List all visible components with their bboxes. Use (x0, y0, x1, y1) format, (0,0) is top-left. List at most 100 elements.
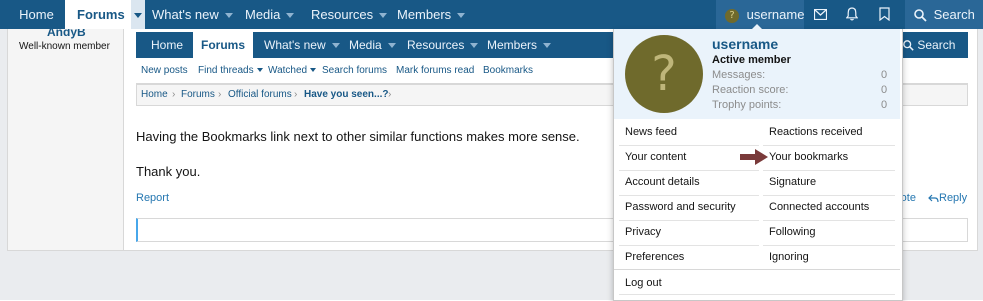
stat-messages-value: 0 (881, 69, 888, 81)
embedded-nav-media-label: Media (349, 38, 382, 52)
nav-forums-dropdown-toggle[interactable] (131, 0, 146, 29)
post-text-line-2: Thank you. (136, 164, 201, 179)
embedded-breadcrumb-forums: Forums (181, 89, 215, 100)
menu-divider (763, 145, 895, 146)
menu-following[interactable]: Following (769, 226, 815, 238)
chevron-down-icon[interactable] (379, 13, 388, 19)
menu-username[interactable]: username (712, 36, 778, 52)
menu-divider (619, 145, 759, 146)
stat-reaction-score-label: Reaction score: (712, 84, 789, 96)
menu-divider (763, 245, 895, 246)
menu-user-title: Active member (712, 54, 791, 66)
menu-divider (619, 245, 759, 246)
embedded-subnav-watched: Watched (268, 58, 317, 83)
menu-ignoring[interactable]: Ignoring (769, 251, 809, 263)
stat-trophy-points-value: 0 (881, 99, 888, 111)
menu-connected-accounts[interactable]: Connected accounts (769, 201, 869, 213)
chevron-down-icon (256, 68, 263, 73)
search-icon (914, 9, 927, 22)
menu-divider (614, 269, 900, 270)
menu-divider (763, 220, 895, 221)
menu-preferences[interactable]: Preferences (625, 251, 684, 263)
embedded-nav-members: Members (487, 32, 552, 58)
chevron-down-icon (134, 13, 143, 19)
bell-icon[interactable] (845, 7, 859, 24)
embedded-subnav-find-threads: Find threads (198, 58, 263, 83)
bookmark-icon[interactable] (879, 7, 890, 24)
embedded-nav-whats-new-label: What's new (264, 38, 326, 52)
chevron-down-icon[interactable] (457, 13, 466, 19)
nav-whats-new-label: What's new (152, 7, 219, 22)
embedded-subnav-mark-forums-read: Mark forums read (396, 65, 475, 76)
top-navbar (0, 0, 983, 29)
chevron-down-icon[interactable] (224, 13, 233, 19)
annotation-arrow-icon (740, 149, 768, 168)
embedded-breadcrumb-official-forums: Official forums (228, 89, 292, 100)
nav-resources[interactable]: Resources (311, 0, 388, 29)
menu-privacy[interactable]: Privacy (625, 226, 661, 238)
search-button[interactable]: Search (905, 0, 983, 29)
account-username: username (746, 7, 805, 22)
embedded-nav-search: Search (903, 32, 955, 58)
post-user-sidebar (7, 29, 125, 251)
menu-account-details[interactable]: Account details (625, 176, 700, 188)
breadcrumb-separator-icon: › (294, 89, 298, 100)
breadcrumb-separator-icon: › (218, 89, 222, 100)
breadcrumb-separator-icon: › (388, 89, 392, 100)
chevron-down-icon[interactable] (286, 13, 295, 19)
embedded-nav-home: Home (151, 38, 184, 52)
menu-pointer-arrow (751, 24, 763, 30)
embedded-nav-forums: Forums (193, 32, 253, 58)
embedded-breadcrumb-home: Home (141, 89, 168, 100)
chevron-down-icon (310, 68, 317, 73)
post-text-line-1: Having the Bookmarks link next to other … (136, 129, 580, 144)
nav-whats-new[interactable]: What's new (152, 0, 233, 29)
nav-forums[interactable]: Forums (65, 0, 146, 29)
stat-messages-label: Messages: (712, 69, 766, 81)
chevron-down-icon (470, 43, 479, 49)
nav-forums-label: Forums (77, 7, 125, 22)
report-link[interactable]: Report (136, 192, 169, 204)
menu-news-feed[interactable]: News feed (625, 126, 677, 138)
embedded-subnav-search-forums: Search forums (322, 65, 388, 76)
search-label: Search (933, 7, 975, 22)
menu-divider (619, 294, 895, 295)
menu-your-bookmarks[interactable]: Your bookmarks (769, 151, 848, 163)
nav-media[interactable]: Media (245, 0, 295, 29)
stat-trophy-points-label: Trophy points: (712, 99, 782, 111)
menu-signature[interactable]: Signature (769, 176, 816, 188)
chevron-down-icon (331, 43, 340, 49)
menu-reactions-received[interactable]: Reactions received (769, 126, 863, 138)
chevron-down-icon (387, 43, 396, 49)
stat-reaction-score-value: 0 (881, 84, 888, 96)
nav-media-label: Media (245, 7, 281, 22)
reply-link[interactable]: Reply (928, 192, 967, 204)
nav-members[interactable]: Members (397, 0, 466, 29)
user-avatar-small: ? (725, 8, 739, 23)
embedded-subnav-bookmarks: Bookmarks (483, 65, 534, 76)
nav-home[interactable]: Home (8, 0, 65, 29)
embedded-nav-media: Media (349, 32, 396, 58)
menu-divider (619, 170, 759, 171)
menu-divider (619, 195, 759, 196)
embedded-nav-resources-label: Resources (407, 38, 465, 52)
poster-user-title: Well-known member (19, 41, 110, 52)
nav-resources-label: Resources (311, 7, 374, 22)
embedded-subnav-find-threads-label: Find threads (198, 65, 254, 76)
embedded-subnav-new-posts: New posts (141, 65, 188, 76)
reply-label: Reply (939, 192, 968, 204)
menu-password-and-security[interactable]: Password and security (625, 201, 736, 213)
breadcrumb-separator-icon: › (172, 89, 176, 100)
embedded-subnav-watched-label: Watched (268, 65, 308, 76)
account-avatar[interactable]: ? (625, 35, 703, 113)
menu-your-content[interactable]: Your content (625, 151, 686, 163)
embedded-breadcrumb-current: Have you seen...? (304, 89, 389, 100)
menu-divider (619, 220, 759, 221)
reply-icon (928, 194, 939, 202)
menu-log-out[interactable]: Log out (625, 277, 662, 289)
nav-members-label: Members (397, 7, 452, 22)
chevron-down-icon (543, 43, 552, 49)
conversations-icon[interactable] (813, 8, 828, 23)
embedded-nav-whats-new: What's new (264, 32, 340, 58)
embedded-nav-members-label: Members (487, 38, 538, 52)
